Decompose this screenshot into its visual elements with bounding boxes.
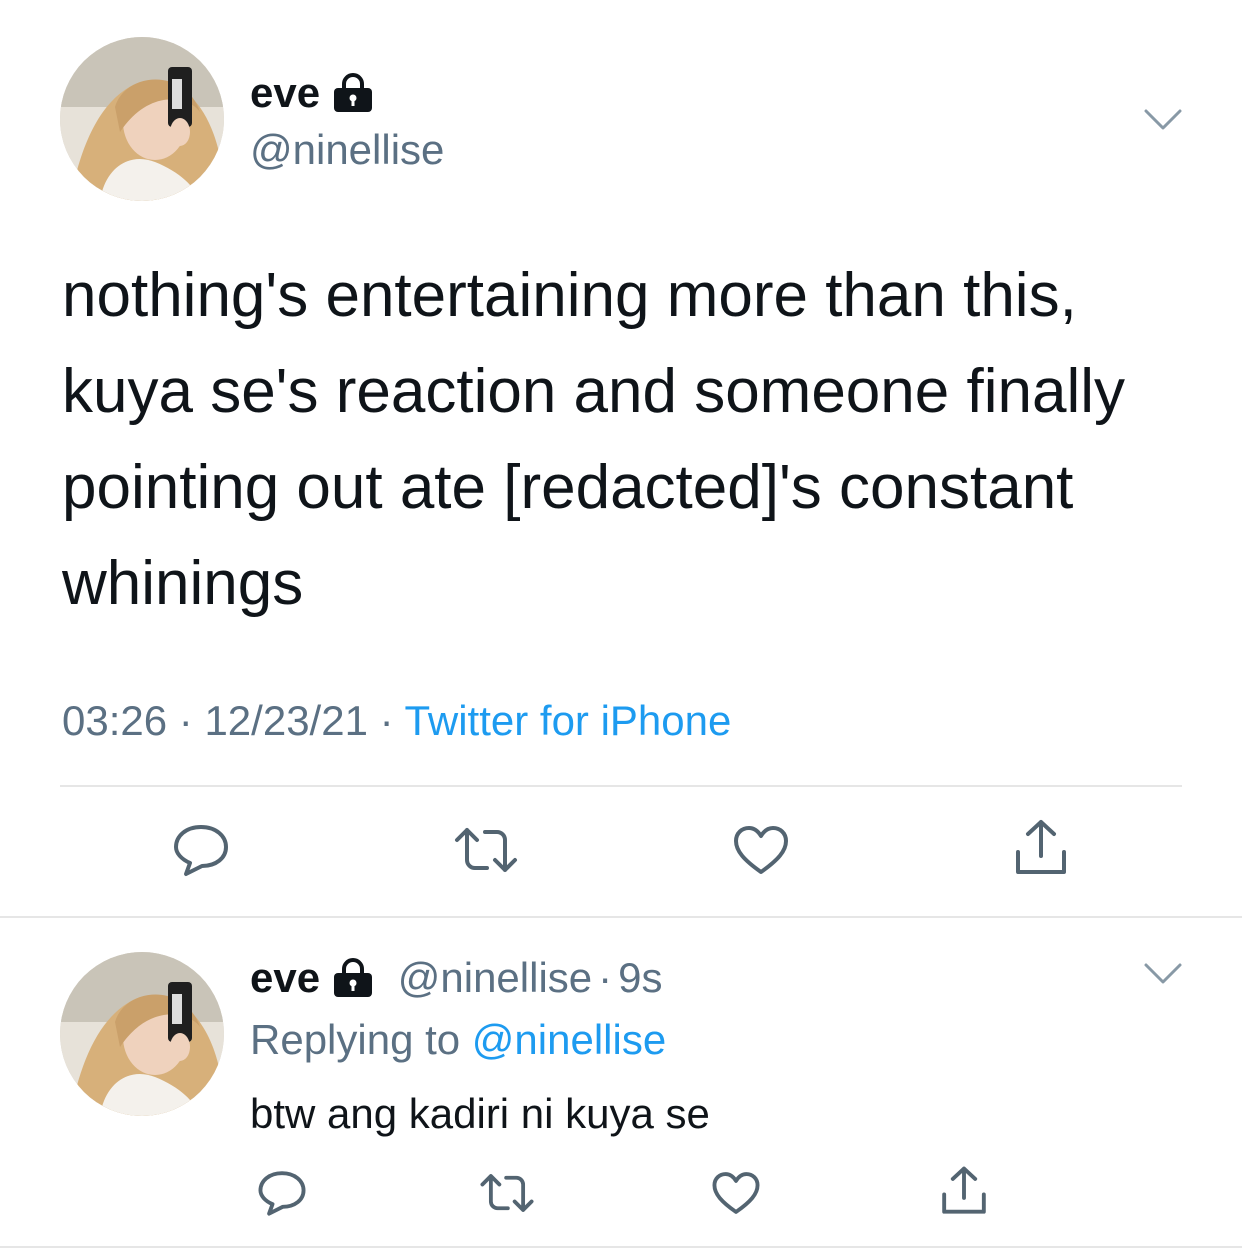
reply-author-handle[interactable]: @ninellise (398, 954, 592, 1001)
chevron-down-icon[interactable] (1143, 962, 1183, 991)
reply-text: btw ang kadiri ni kuya se (250, 1090, 710, 1137)
retweet-button[interactable] (446, 820, 526, 884)
tweet-meta: 03:26 · 12/23/21 · Twitter for iPhone (62, 700, 731, 742)
profile-photo-icon (60, 952, 224, 1116)
share-button[interactable] (1006, 816, 1076, 884)
author-avatar[interactable] (60, 37, 224, 201)
divider (60, 785, 1182, 787)
tweet-source[interactable]: Twitter for iPhone (405, 697, 732, 744)
reply-age[interactable]: 9s (618, 954, 662, 1001)
like-button[interactable] (726, 820, 796, 884)
like-icon (732, 824, 790, 881)
reply-author-name[interactable]: eve (250, 954, 320, 1001)
tweet-text: nothing's entertaining more than this, k… (62, 261, 1125, 618)
author-handle[interactable]: @ninellise (250, 129, 444, 171)
like-icon (711, 1170, 761, 1221)
replying-to: Replying to @ninellise (250, 1019, 666, 1061)
reply-icon (257, 1169, 307, 1222)
like-button[interactable] (704, 1166, 768, 1224)
reply-button[interactable] (250, 1166, 314, 1224)
profile-photo-icon (60, 37, 224, 201)
tweet-separator (0, 1246, 1242, 1248)
tweet-date[interactable]: 12/23/21 (204, 697, 368, 744)
share-icon (1012, 818, 1070, 883)
chevron-down-icon[interactable] (1143, 108, 1183, 137)
author-name[interactable]: eve (250, 72, 374, 120)
lock-icon (332, 73, 374, 120)
reply-author-avatar[interactable] (60, 952, 224, 1116)
share-button[interactable] (932, 1162, 996, 1224)
lock-icon (332, 958, 374, 1005)
retweet-icon (453, 826, 519, 879)
replying-label: Replying to (250, 1016, 461, 1063)
reply-header: eve @ninellise · 9s (250, 957, 663, 1005)
meta-separator: · (598, 954, 613, 1001)
share-icon (939, 1165, 989, 1222)
reply-icon (172, 823, 230, 882)
author-name-text: eve (250, 69, 321, 116)
replying-mention[interactable]: @ninellise (472, 1016, 666, 1063)
meta-separator: · (178, 697, 193, 744)
meta-separator: · (379, 697, 394, 744)
tweet-separator (0, 916, 1242, 918)
retweet-icon (479, 1172, 535, 1219)
reply-button[interactable] (166, 820, 236, 884)
tweet-time[interactable]: 03:26 (62, 697, 167, 744)
retweet-button[interactable] (474, 1166, 540, 1224)
